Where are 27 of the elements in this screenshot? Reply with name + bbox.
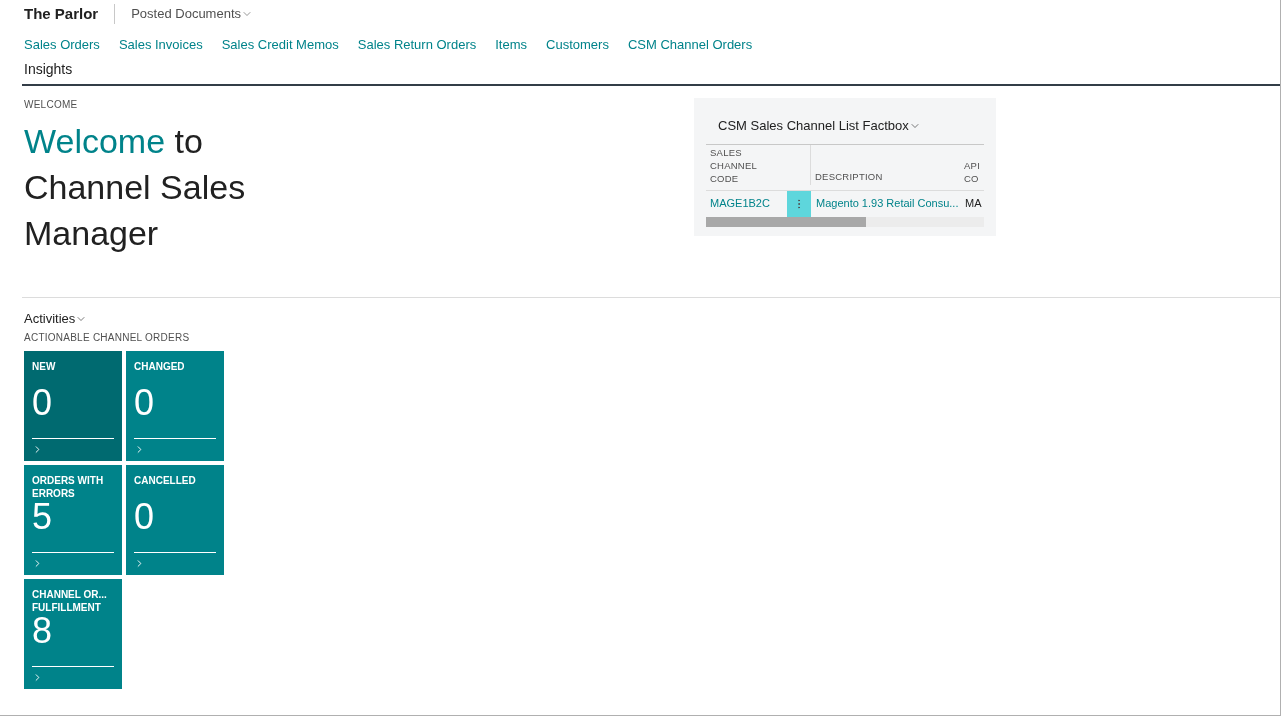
company-name: The Parlor	[24, 3, 99, 24]
welcome-caption: WELCOME	[24, 98, 79, 112]
posted-documents-menu[interactable]: Posted Documents	[131, 4, 254, 24]
activity-tile[interactable]: CANCELLED 0	[126, 464, 224, 575]
nav-link[interactable]: Sales Orders	[24, 33, 100, 57]
column-header: DESCRIPTION	[814, 170, 884, 185]
factbox-title[interactable]: CSM Sales Channel List Factbox	[718, 116, 921, 136]
row-menu-button[interactable]	[787, 190, 811, 217]
activity-tile[interactable]: CHANGED 0	[126, 350, 224, 461]
nav-link[interactable]: Sales Credit Memos	[221, 33, 339, 57]
activity-tile[interactable]: NEW 0	[24, 350, 122, 461]
table-cell[interactable]: MAGE1B2C	[706, 195, 787, 212]
nav-link[interactable]: Sales Return Orders	[357, 33, 477, 57]
activity-tile[interactable]: CHANNEL OR... FULFILLMENT 8	[24, 578, 122, 689]
horizontal-scrollbar[interactable]	[706, 216, 984, 227]
nav-link[interactable]: Items	[495, 33, 528, 57]
nav-link[interactable]: Customers	[546, 33, 609, 57]
activities-title[interactable]: Activities	[24, 309, 88, 329]
nav-link[interactable]: Sales Invoices	[118, 33, 203, 57]
welcome-heading: Welcome to Channel Sales Manager	[24, 121, 247, 254]
group-caption: ACTIONABLE CHANNEL ORDERS	[24, 330, 191, 345]
table-cell[interactable]: Magento 1.93 Retail Consu...	[811, 195, 963, 212]
nav-link[interactable]: Insights	[24, 57, 73, 81]
activity-tile[interactable]: ORDERS WITH ERRORS 5	[24, 464, 122, 575]
nav-link[interactable]: CSM Channel Orders	[627, 33, 753, 57]
column-header: API CO	[963, 158, 979, 185]
column-header: SALES CHANNEL CODE	[709, 145, 758, 185]
